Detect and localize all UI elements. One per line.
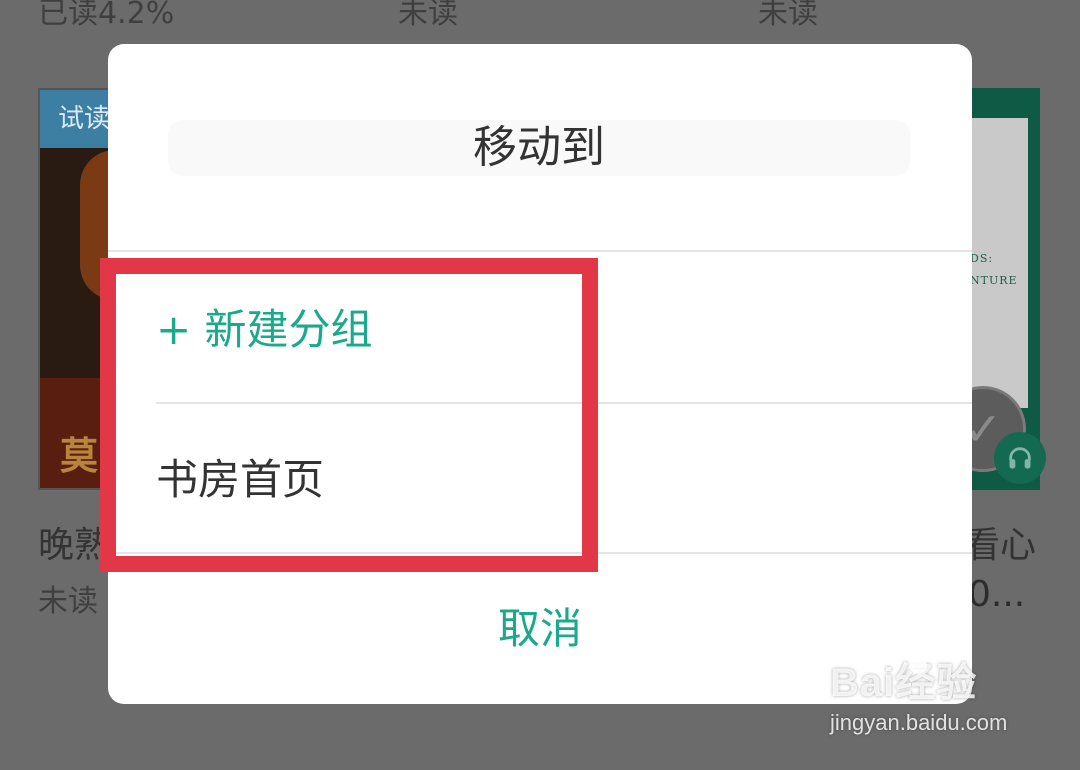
book-subtitle: 0... xyxy=(968,574,1026,615)
headphones-icon xyxy=(994,432,1046,484)
book-status: 未读 xyxy=(38,584,98,619)
bookroom-home-option[interactable]: 书房首页 xyxy=(156,450,324,510)
divider xyxy=(156,402,972,404)
reading-progress-label: 未读 xyxy=(398,0,458,31)
watermark-url: jingyan.baidu.com xyxy=(830,710,1008,735)
paw-icon xyxy=(904,643,937,674)
new-group-option[interactable]: + 新建分组 xyxy=(156,300,373,360)
cover-text: DS: NTURE xyxy=(970,252,1018,287)
book-title: 晚熟 xyxy=(38,525,111,566)
baidu-watermark: Bai经验 jingyan.baidu.com xyxy=(830,643,1030,750)
cover-title-char: 莫 xyxy=(60,434,99,478)
move-to-dialog: 移动到 + 新建分组 书房首页 取消 xyxy=(108,44,972,704)
reading-progress-label: 未读 xyxy=(758,0,818,31)
divider xyxy=(108,250,972,252)
reading-progress-label: 已读4.2% xyxy=(38,0,175,31)
book-title: 看心 xyxy=(964,525,1037,566)
dialog-title: 移动到 xyxy=(168,120,910,176)
